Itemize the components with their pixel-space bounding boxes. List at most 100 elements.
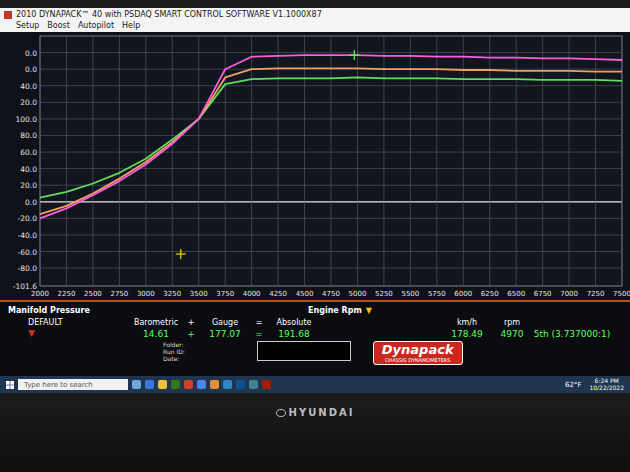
manifold-pressure-chart: 0.00.040.020.0100.080.060.040.020.00.0-2… — [0, 32, 630, 300]
logo-tagline: CHASSIS DYNAMOMETERS — [385, 357, 451, 363]
x-tick-label: 3750 — [216, 290, 234, 298]
taskbar-app-icon[interactable] — [236, 380, 245, 389]
grid-line — [198, 36, 199, 286]
series-line — [40, 55, 622, 218]
app-icon — [4, 11, 12, 19]
cursor-vline — [354, 50, 355, 60]
x-tick-label: 5250 — [375, 290, 393, 298]
x-tick-label: 2750 — [110, 290, 128, 298]
monitor-brand: HYUNDAI — [276, 407, 355, 418]
x-tick-label: 7000 — [560, 290, 578, 298]
logo-name: Dynapack — [382, 343, 454, 357]
readout-label: Barometric — [128, 318, 184, 327]
weather-reading[interactable]: 62°F — [565, 381, 581, 389]
y-tick-label: -80.0 — [18, 264, 38, 273]
taskbar-app-icon[interactable] — [197, 380, 206, 389]
run-info-label: Run ID: — [163, 348, 185, 355]
grid-line — [251, 36, 252, 286]
grid-line — [542, 36, 543, 286]
readout-values: DEFAULT▼Barometric+Gauge=Absolute14.61+1… — [8, 318, 622, 339]
y-tick-label: 0.0 — [25, 65, 37, 74]
taskbar-app-icon[interactable] — [249, 380, 258, 389]
cursor-vline — [180, 249, 181, 259]
y-tick-label: -20.0 — [18, 214, 38, 223]
speed-value: 4970 — [492, 329, 532, 339]
y-tick-label: 20.0 — [20, 98, 37, 107]
grid-line — [595, 36, 596, 286]
grid-line — [66, 36, 67, 286]
dropdown-icon[interactable]: ▼ — [28, 329, 118, 338]
x-tick-label: 2500 — [84, 290, 102, 298]
x-axis-title[interactable]: Engine Rpm▼ — [308, 306, 372, 315]
y-tick-label: 0.0 — [25, 49, 37, 58]
search-placeholder: Type here to search — [24, 381, 93, 389]
x-tick-label: 4750 — [322, 290, 340, 298]
taskbar-app-icon[interactable] — [145, 380, 154, 389]
taskbar-app-icon[interactable] — [132, 380, 141, 389]
taskbar-app-icon[interactable] — [171, 380, 180, 389]
taskbar: Type here to search 62°F 6:24 PM10/22/2022 — [0, 376, 630, 393]
y-tick-label: 60.0 — [20, 148, 37, 157]
readout-label: Absolute — [266, 318, 322, 327]
readout-header: Manifold PressureEngine Rpm▼ — [8, 304, 622, 316]
notes-box[interactable] — [257, 341, 351, 361]
speed-value: 5th (3.737000:1) — [532, 329, 612, 339]
grid-line — [40, 36, 41, 286]
series-line — [40, 77, 622, 197]
menu-item[interactable]: Setup — [16, 21, 39, 30]
y-tick-label: 20.0 — [20, 181, 37, 190]
grid-line — [278, 36, 279, 286]
taskbar-app-icon[interactable] — [158, 380, 167, 389]
taskbar-app-icon[interactable] — [223, 380, 232, 389]
readout-value: + — [184, 329, 198, 339]
x-tick-label: 3000 — [137, 290, 155, 298]
x-tick-label: 6750 — [534, 290, 552, 298]
cursor-marker — [176, 249, 186, 259]
dynapack-logo: DynapackCHASSIS DYNAMOMETERS — [373, 341, 463, 365]
speed-label — [532, 318, 612, 327]
x-tick-label: 3500 — [190, 290, 208, 298]
readout-label: = — [252, 318, 266, 327]
x-tick-label: 3250 — [163, 290, 181, 298]
preset-selector[interactable]: DEFAULT▼ — [8, 318, 118, 339]
run-info-label: Folder: — [163, 341, 185, 348]
monitor-bezel-top — [0, 0, 630, 8]
readout-panel: Manifold PressureEngine Rpm▼ DEFAULT▼ Baro… — [0, 300, 630, 376]
grid-line — [489, 36, 490, 286]
monitor-screen: 2010 DYNAPACK™ 40 with PSDAQ SMART CONTR… — [0, 0, 630, 472]
chart-panel: 0.00.040.020.0100.080.060.040.020.00.0-2… — [0, 32, 630, 300]
taskbar-app-icon[interactable] — [210, 380, 219, 389]
readout-value: 177.07 — [198, 329, 252, 339]
y-tick-label: 40.0 — [20, 165, 37, 174]
x-tick-label: 6000 — [454, 290, 472, 298]
y-tick-label: 100.0 — [16, 115, 38, 124]
windows-start-icon[interactable] — [6, 381, 14, 389]
x-tick-label: 7500 — [613, 290, 630, 298]
clock-time: 6:24 PM — [595, 378, 619, 385]
taskbar-app-icon[interactable] — [184, 380, 193, 389]
dropdown-icon[interactable]: ▼ — [366, 306, 372, 315]
taskbar-search[interactable]: Type here to search — [18, 379, 128, 390]
taskbar-clock[interactable]: 6:24 PM10/22/2022 — [589, 378, 624, 392]
menu-item[interactable]: Autopilot — [78, 21, 114, 30]
y-tick-label: -60.0 — [18, 248, 38, 257]
menu-item[interactable]: Help — [122, 21, 140, 30]
taskbar-app-icon[interactable] — [262, 380, 271, 389]
x-tick-label: 4500 — [296, 290, 314, 298]
grid-line — [436, 36, 437, 286]
grid-line — [304, 36, 305, 286]
pressure-readout: Barometric+Gauge=Absolute14.61+177.07=19… — [128, 318, 322, 339]
channel-label: Manifold Pressure — [8, 306, 308, 315]
x-tick-label: 6250 — [481, 290, 499, 298]
grid-line — [463, 36, 464, 286]
run-row: Folder:Run ID:Date:DynapackCHASSIS DYNAM… — [8, 341, 622, 365]
y-tick-label: 40.0 — [20, 82, 37, 91]
x-tick-label: 5500 — [401, 290, 419, 298]
menu-bar: Setup Boost Autopilot Help — [4, 20, 624, 31]
grid-line — [622, 36, 623, 286]
x-tick-label: 5750 — [428, 290, 446, 298]
menu-item[interactable]: Boost — [47, 21, 70, 30]
x-tick-label: 7250 — [587, 290, 605, 298]
readout-value: 14.61 — [128, 329, 184, 339]
title-bar: 2010 DYNAPACK™ 40 with PSDAQ SMART CONTR… — [0, 8, 630, 32]
